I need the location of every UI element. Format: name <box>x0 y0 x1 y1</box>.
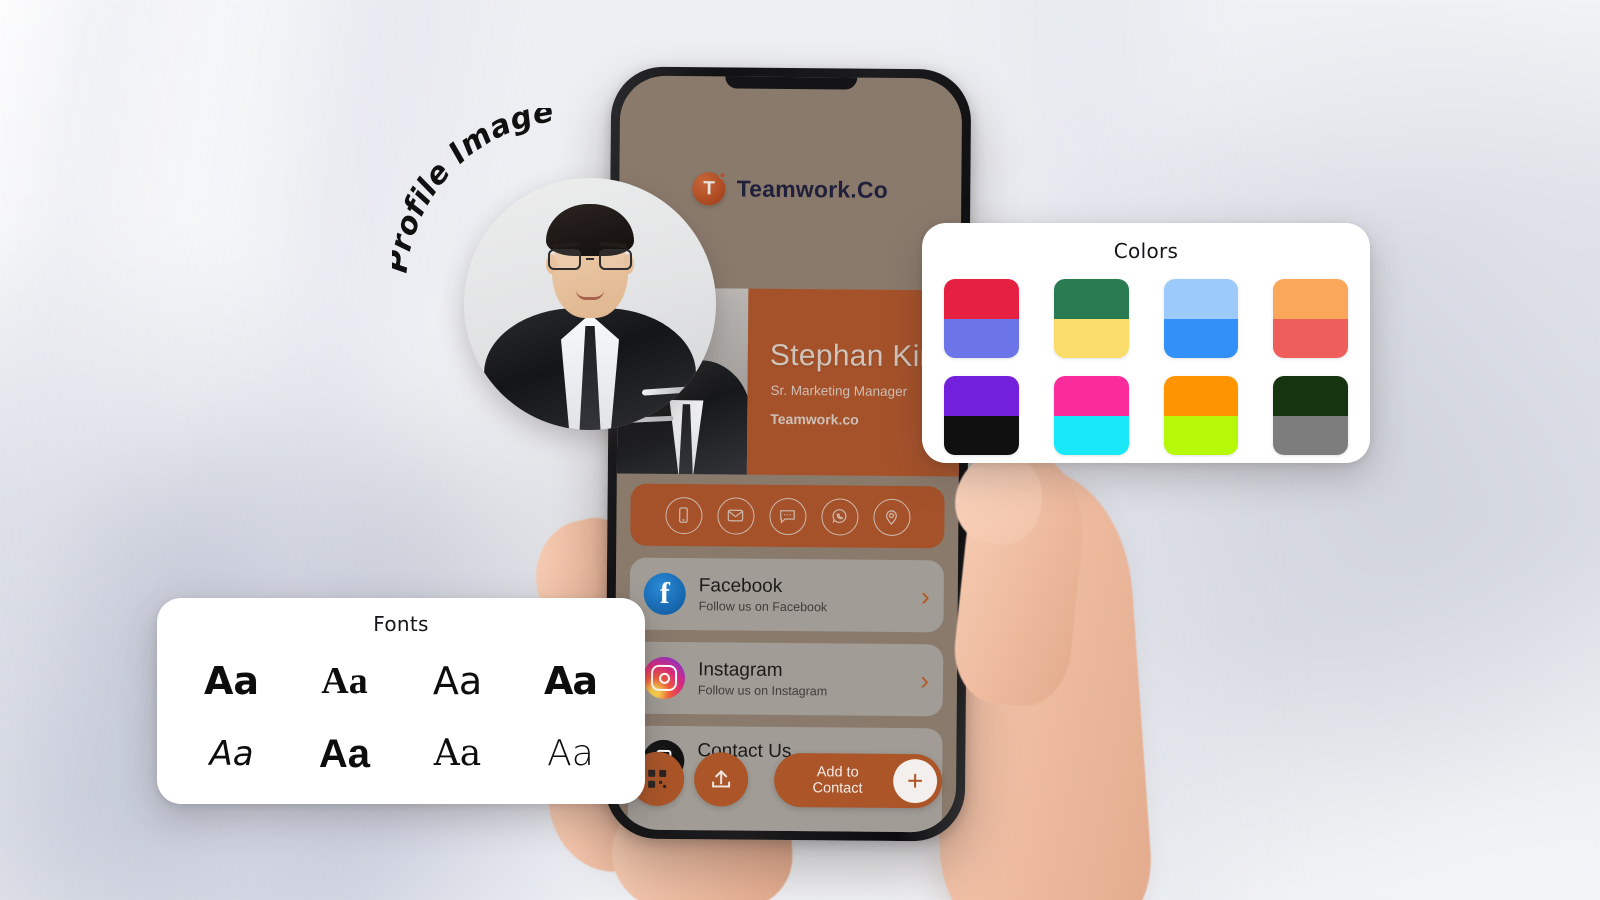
font-sample[interactable]: Aa <box>321 662 367 700</box>
color-swatch[interactable] <box>1273 376 1348 455</box>
add-to-contact-button[interactable]: Add to Contact + <box>773 752 943 809</box>
swatch-bottom <box>1053 318 1129 358</box>
avatar-head <box>544 204 636 322</box>
swatch-bottom <box>1053 415 1129 455</box>
swatch-bottom <box>1273 415 1348 455</box>
font-sample[interactable]: Aa <box>209 737 253 771</box>
logo-dot-icon <box>718 171 727 180</box>
social-title: Instagram <box>698 659 783 682</box>
swatch-top <box>1053 376 1129 416</box>
color-swatch[interactable] <box>1163 376 1239 455</box>
swatch-bottom <box>1163 318 1239 358</box>
chevron-right-icon[interactable]: › <box>920 665 929 695</box>
font-sample[interactable]: Aa <box>204 662 259 700</box>
swatch-bottom <box>944 415 1019 455</box>
profile-avatar[interactable] <box>464 178 716 430</box>
plus-icon[interactable]: + <box>892 758 938 804</box>
contact-icon-bar <box>630 483 945 549</box>
swatch-top <box>1163 376 1239 416</box>
color-swatch[interactable] <box>1053 376 1129 455</box>
instagram-icon <box>642 656 686 700</box>
swatch-top <box>944 279 1019 319</box>
action-bar: Add to Contact + <box>629 751 943 809</box>
social-row-instagram[interactable]: Instagram Follow us on Instagram › <box>628 641 944 717</box>
color-swatch-grid <box>944 279 1348 455</box>
swatch-top <box>1163 279 1239 319</box>
profile-role: Sr. Marketing Manager <box>770 382 908 400</box>
avatar-glasses-icon <box>548 248 632 270</box>
font-sample[interactable]: Aa <box>547 735 594 772</box>
swatch-bottom <box>1163 415 1239 455</box>
social-title: Facebook <box>698 575 783 598</box>
swatch-bottom <box>944 318 1019 358</box>
social-row-facebook[interactable]: f Facebook Follow us on Facebook › <box>629 557 945 633</box>
profile-image-callout <box>464 178 716 430</box>
add-to-contact-label-line2: Contact <box>812 780 863 797</box>
facebook-icon: f <box>643 572 686 616</box>
font-sample[interactable]: Aa <box>544 662 598 700</box>
social-subtitle: Follow us on Facebook <box>698 599 828 615</box>
profile-company: Teamwork.co <box>770 410 859 428</box>
fonts-panel-title: Fonts <box>373 612 429 636</box>
email-icon[interactable] <box>716 496 755 535</box>
fonts-panel: Fonts Aa Aa Aa Aa Aa Aa Aa Aa <box>157 598 645 804</box>
swatch-bottom <box>1273 318 1348 358</box>
screenshot-stage: T Teamwork.Co Stephan King Sr. Marketing… <box>0 0 1600 900</box>
social-subtitle: Follow us on Instagram <box>697 683 828 699</box>
swatch-top <box>1273 376 1348 416</box>
color-swatch[interactable] <box>1053 279 1129 358</box>
color-swatch[interactable] <box>1273 279 1348 358</box>
location-pin-icon[interactable] <box>872 498 911 536</box>
swatch-top <box>944 376 1019 416</box>
swatch-top <box>1273 279 1348 319</box>
color-swatch[interactable] <box>1163 279 1239 358</box>
whatsapp-icon[interactable] <box>820 497 859 536</box>
phone-notch <box>725 76 858 90</box>
font-sample[interactable]: Aa <box>319 734 370 774</box>
colors-panel-title: Colors <box>1113 239 1179 263</box>
share-button[interactable] <box>693 752 749 807</box>
font-sample[interactable]: Aa <box>433 662 482 700</box>
color-swatch[interactable] <box>944 376 1019 455</box>
brand-name: Teamwork.Co <box>736 175 889 203</box>
colors-panel: Colors <box>922 223 1370 463</box>
font-sample[interactable]: Aa <box>434 735 481 772</box>
phone-icon[interactable] <box>664 496 703 534</box>
message-icon[interactable] <box>768 497 807 535</box>
add-to-contact-label-line1: Add to <box>816 764 859 781</box>
font-sample-grid: Aa Aa Aa Aa Aa Aa Aa Aa <box>175 644 627 790</box>
swatch-top <box>1053 279 1129 319</box>
chevron-right-icon[interactable]: › <box>921 581 930 611</box>
color-swatch[interactable] <box>944 279 1019 358</box>
